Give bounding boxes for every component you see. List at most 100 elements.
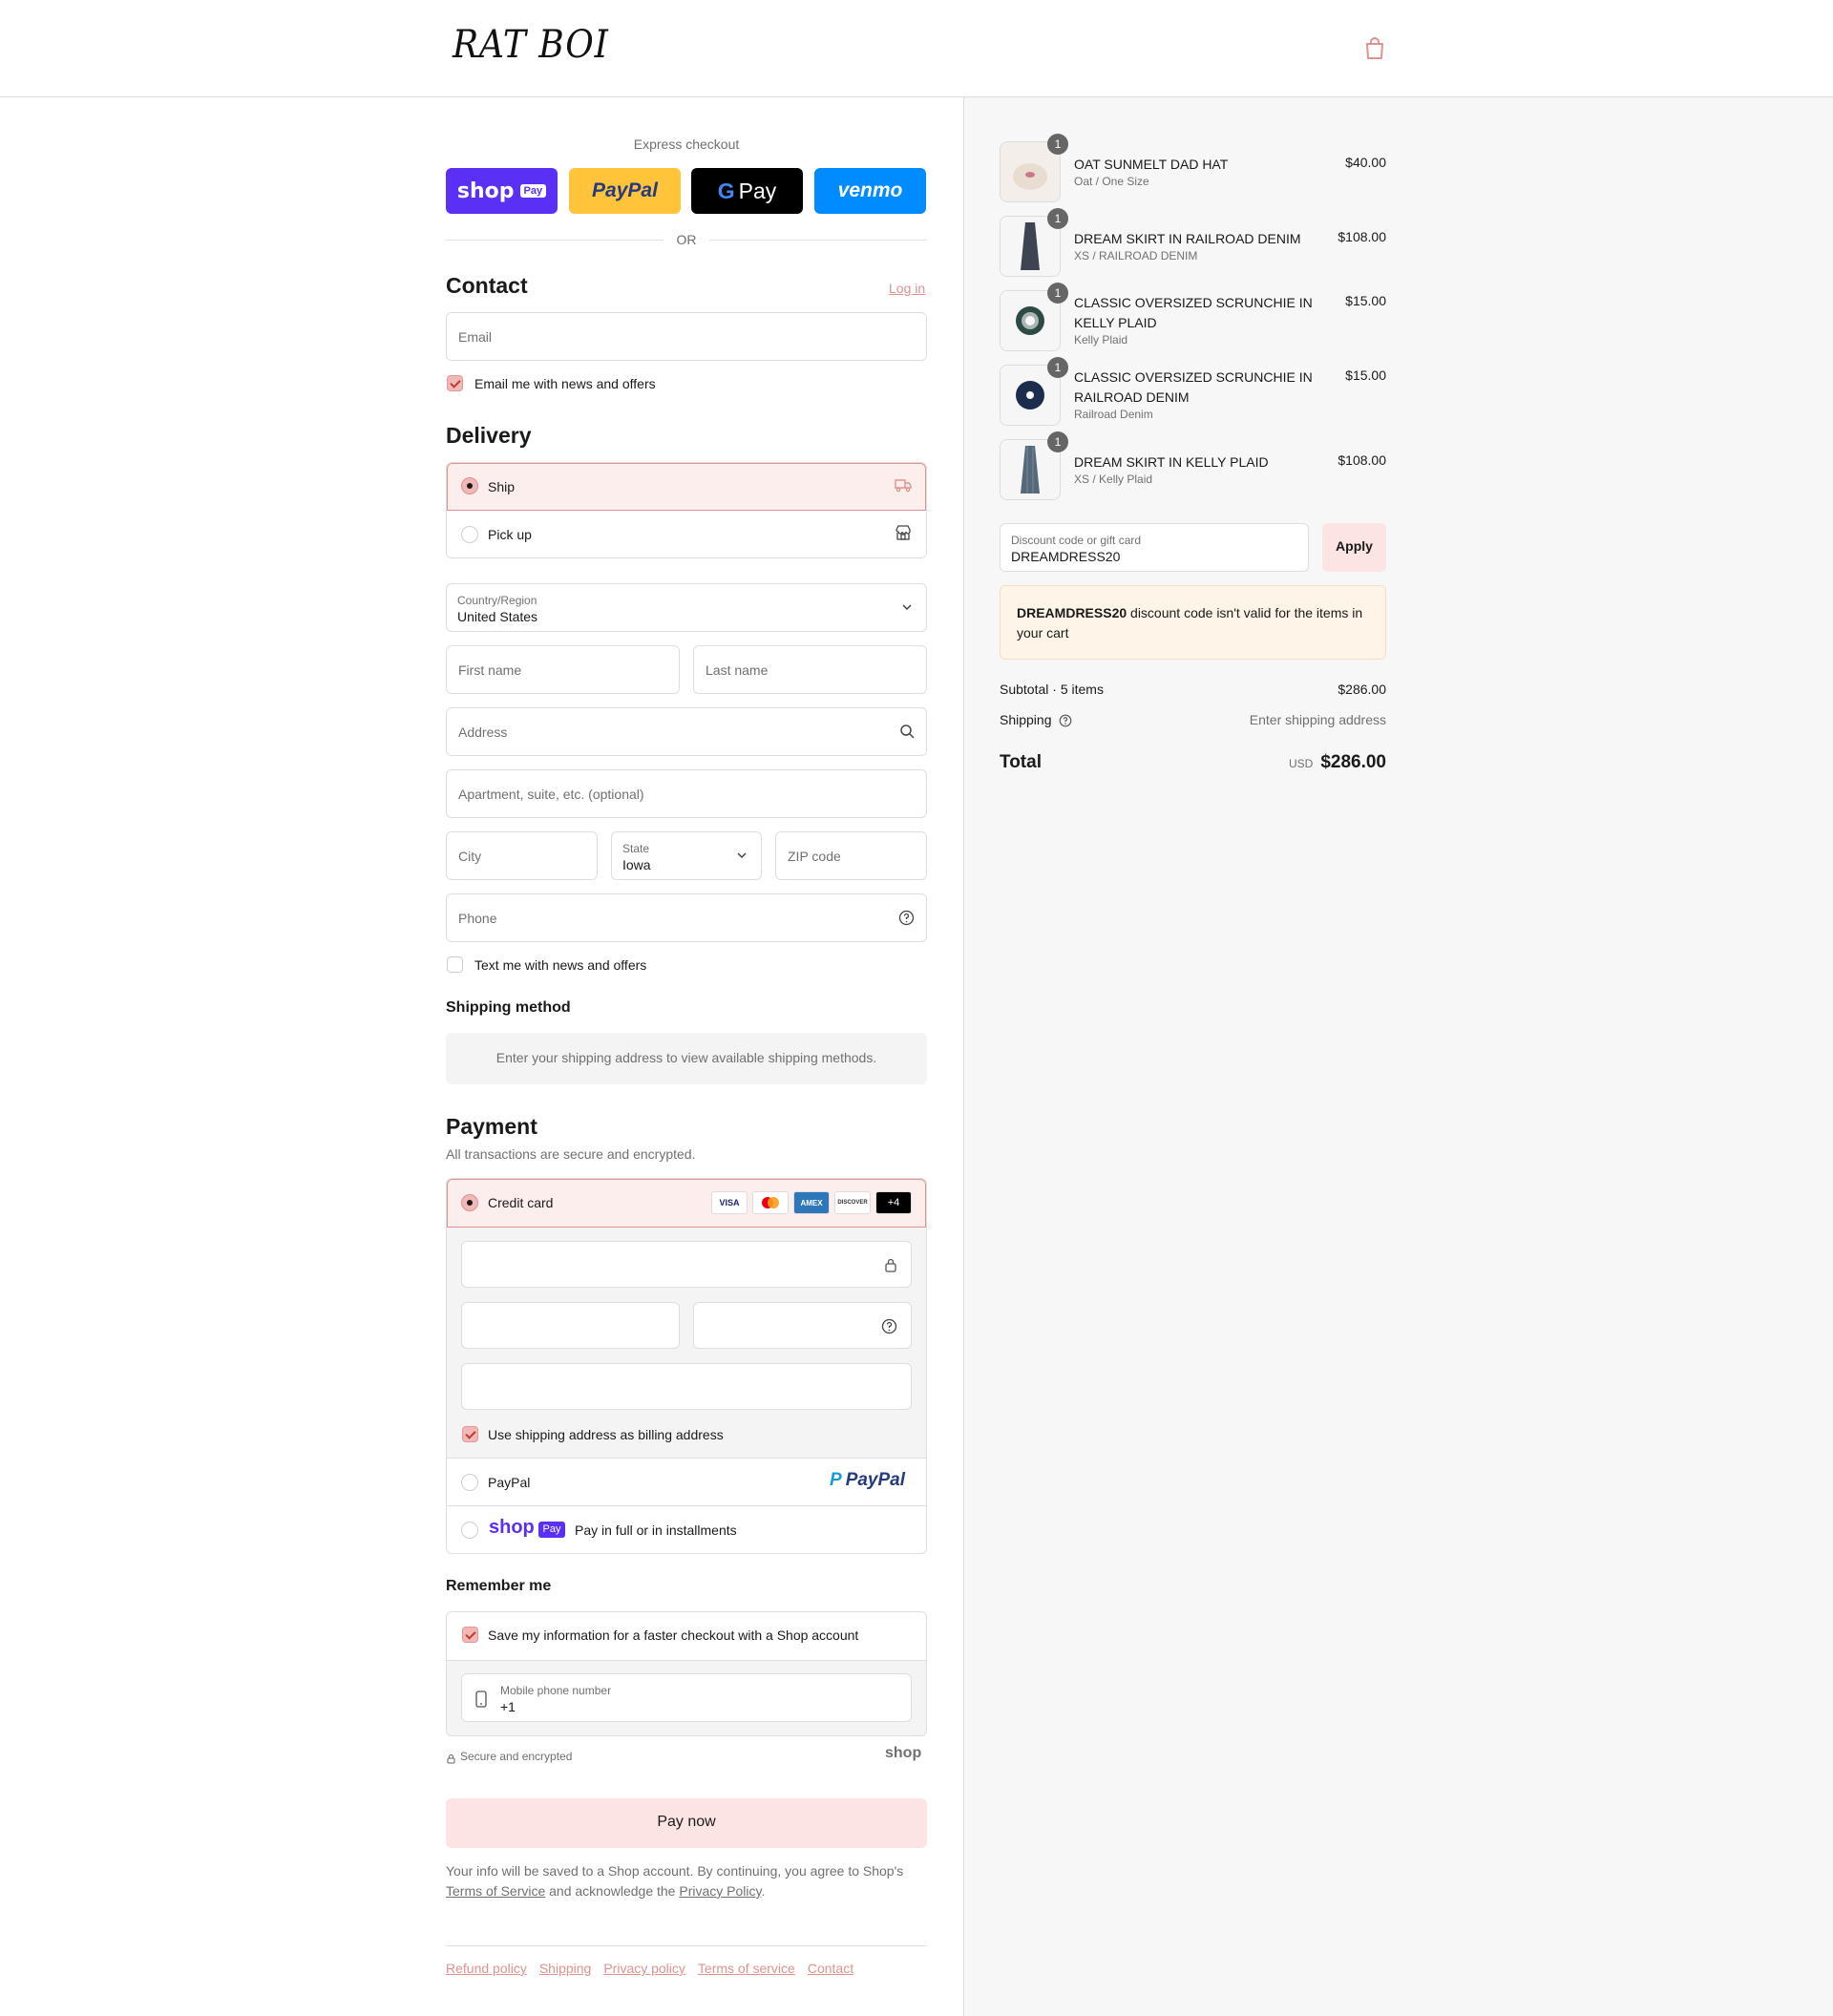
product-name: OAT SUNMELT DAD HAT <box>1074 157 1229 172</box>
paypal-wordmark: PayPal <box>592 179 658 201</box>
subtotal-label: Subtotal · 5 items <box>1000 682 1104 697</box>
product-variant: XS / RAILROAD DENIM <box>1074 249 1198 262</box>
last-name-placeholder: Last name <box>706 662 769 678</box>
shop-pay-button[interactable]: shop Pay <box>446 168 558 214</box>
mobile-phone-icon <box>475 1690 487 1712</box>
chevron-down-icon <box>736 849 748 866</box>
city-field[interactable]: City <box>446 831 598 880</box>
state-select[interactable]: State Iowa <box>611 831 762 880</box>
venmo-wordmark: venmo <box>837 179 903 201</box>
email-field[interactable]: Email <box>446 312 927 361</box>
help-circle-icon[interactable] <box>898 910 915 931</box>
shoppay-radio[interactable] <box>461 1522 478 1539</box>
ship-radio[interactable] <box>461 477 478 494</box>
terms-of-service-link[interactable]: Terms of service <box>698 1961 795 1976</box>
paypal-button[interactable]: PayPal <box>569 168 681 214</box>
apply-label: Apply <box>1336 538 1373 554</box>
help-circle-icon[interactable] <box>881 1318 897 1339</box>
privacy-policy-link[interactable]: Privacy policy <box>603 1961 685 1976</box>
credit-card-radio[interactable] <box>461 1194 478 1211</box>
discount-error-message: DREAMDRESS20 discount code isn't valid f… <box>1017 603 1375 643</box>
last-name-field[interactable]: Last name <box>693 645 927 694</box>
contact-link[interactable]: Contact <box>808 1961 853 1976</box>
paypal-logo-text: PayPal <box>845 1470 906 1490</box>
phone-field[interactable]: Phone <box>446 893 927 942</box>
quantity-badge: 1 <box>1047 208 1068 229</box>
country-select[interactable]: Country/Region United States <box>446 583 927 632</box>
truck-icon <box>895 477 912 497</box>
shopping-bag-icon[interactable] <box>1363 36 1386 61</box>
billing-checkbox[interactable] <box>462 1426 478 1442</box>
shop-pay-badge: Pay <box>519 184 547 198</box>
mobile-phone-value: +1 <box>500 1699 516 1714</box>
store-icon <box>895 524 912 546</box>
currency-code: USD <box>1288 757 1314 770</box>
apartment-placeholder: Apartment, suite, etc. (optional) <box>458 786 644 802</box>
apply-button[interactable]: Apply <box>1322 523 1386 572</box>
paypal-label: PayPal <box>488 1475 531 1490</box>
zip-field[interactable]: ZIP code <box>775 831 927 880</box>
product-variant: Oat / One Size <box>1074 175 1149 188</box>
secure-encrypted-label: Secure and encrypted <box>460 1750 573 1763</box>
pickup-radio[interactable] <box>461 526 478 543</box>
expiration-date-field[interactable] <box>461 1302 680 1349</box>
billing-label: Use shipping address as billing address <box>488 1427 724 1442</box>
more-cards-badge: +4 <box>875 1191 912 1214</box>
shipping-label: Shipping <box>1000 712 1052 727</box>
divider <box>446 240 664 241</box>
product-price: $108.00 <box>1338 452 1386 468</box>
help-circle-icon[interactable] <box>1059 714 1072 732</box>
remember-me-heading: Remember me <box>446 1578 552 1594</box>
discount-code-field[interactable]: Discount code or gift card DREAMDRESS20 <box>1000 523 1309 572</box>
refund-policy-link[interactable]: Refund policy <box>446 1961 527 1976</box>
product-name: DREAM SKIRT IN RAILROAD DENIM <box>1074 231 1301 246</box>
delivery-options <box>446 462 927 558</box>
quantity-badge: 1 <box>1047 283 1068 304</box>
zip-placeholder: ZIP code <box>788 848 841 864</box>
paypal-logo: P PayPal <box>830 1470 905 1491</box>
country-label: Country/Region <box>457 594 537 607</box>
state-value: Iowa <box>622 857 651 872</box>
apartment-field[interactable]: Apartment, suite, etc. (optional) <box>446 769 927 818</box>
paypal-radio[interactable] <box>461 1474 478 1491</box>
or-divider-label: OR <box>676 232 697 247</box>
gpay-wordmark: Pay <box>738 178 777 203</box>
first-name-field[interactable]: First name <box>446 645 680 694</box>
mobile-phone-field[interactable]: Mobile phone number +1 <box>461 1673 912 1722</box>
divider <box>709 240 927 241</box>
shoppay-label: Pay in full or in installments <box>575 1522 737 1538</box>
save-info-checkbox[interactable] <box>462 1627 478 1643</box>
card-number-field[interactable] <box>461 1241 912 1288</box>
shipping-link[interactable]: Shipping <box>539 1961 592 1976</box>
country-value: United States <box>457 609 538 624</box>
text-offers-checkbox[interactable] <box>447 956 463 973</box>
address-placeholder: Address <box>458 724 508 740</box>
payment-subtitle: All transactions are secure and encrypte… <box>446 1146 696 1162</box>
name-on-card-field[interactable] <box>461 1363 912 1410</box>
payment-heading: Payment <box>446 1114 537 1139</box>
security-code-field[interactable] <box>693 1302 912 1349</box>
ship-option[interactable] <box>447 463 926 511</box>
terms-of-service-link[interactable]: Terms of Service <box>446 1883 545 1899</box>
visa-icon: VISA <box>711 1191 748 1214</box>
pay-now-button[interactable]: Pay now <box>446 1798 927 1848</box>
total-amount: USD $286.00 <box>1289 752 1386 773</box>
shoppay-badge: Pay <box>538 1522 565 1538</box>
google-g-icon: G <box>717 178 735 203</box>
privacy-policy-link[interactable]: Privacy Policy <box>679 1883 761 1899</box>
discount-label: Discount code or gift card <box>1011 534 1142 547</box>
google-pay-button[interactable]: G Pay <box>691 168 803 214</box>
delivery-heading: Delivery <box>446 423 532 448</box>
discover-icon: DISCOVER <box>834 1191 871 1214</box>
address-field[interactable]: Address <box>446 707 927 756</box>
ship-label: Ship <box>488 479 516 494</box>
product-thumbnail: 1 <box>1000 431 1068 500</box>
product-name: CLASSIC OVERSIZED SCRUNCHIE IN KELLY PLA… <box>1074 295 1313 330</box>
venmo-button[interactable]: venmo <box>814 168 926 214</box>
newsletter-checkbox[interactable] <box>447 375 463 391</box>
product-price: $108.00 <box>1338 229 1386 244</box>
pay-now-label: Pay now <box>657 1814 716 1830</box>
quantity-badge: 1 <box>1047 357 1068 378</box>
login-link[interactable]: Log in <box>889 281 925 296</box>
store-logo[interactable]: RAT BOI <box>453 23 609 67</box>
